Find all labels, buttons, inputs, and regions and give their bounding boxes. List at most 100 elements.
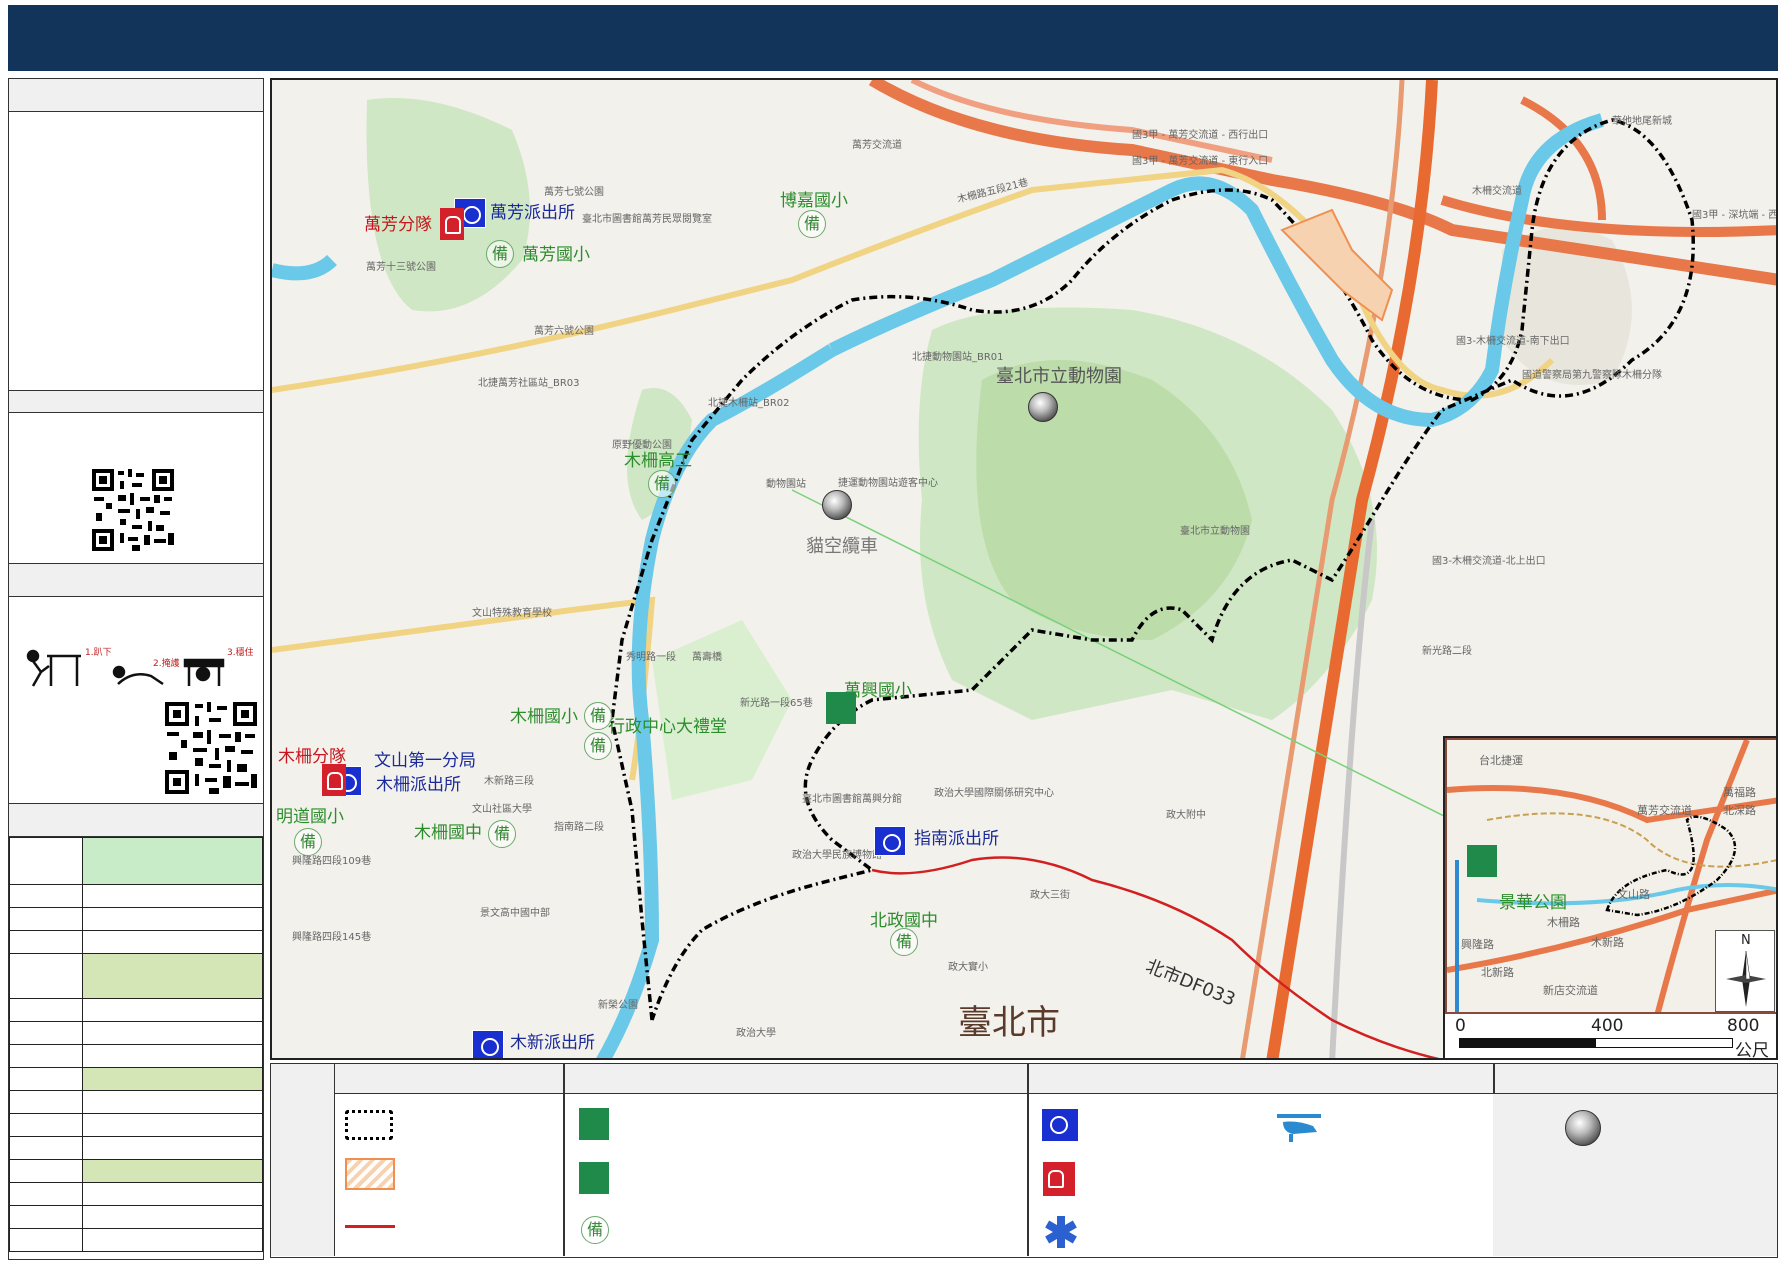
info-panel-header [9, 79, 263, 112]
table-cell [9, 1113, 83, 1137]
table-cell [82, 998, 263, 1022]
legend-title-cell [271, 1064, 335, 1256]
inset-street-label: 木新路 [1591, 936, 1624, 949]
standby-bei-icon[interactable]: 備 [798, 210, 826, 238]
table-cell [9, 930, 83, 954]
table-cell [82, 1090, 263, 1114]
standby-bei-icon[interactable]: 備 [584, 732, 612, 760]
table-cell [9, 1090, 83, 1114]
street-label: 北捷木柵站_BR02 [708, 398, 790, 409]
street-label: 萬芳交流道 [852, 140, 902, 151]
street-label: 政大三街 [1030, 890, 1070, 901]
standby-bei-icon[interactable]: 備 [294, 828, 322, 856]
wanfang-police-label: 萬芳派出所 [490, 203, 575, 223]
inset-street-label: 萬芳交流道 [1637, 804, 1692, 817]
inset-street-label: 文山路 [1617, 888, 1650, 901]
scale-tick-400: 400 [1591, 1016, 1624, 1036]
fire-station-icon[interactable] [322, 764, 346, 796]
street-label: 文山特殊教育學校 [472, 608, 552, 619]
compass-icon [1726, 950, 1766, 1007]
table-cell [9, 1136, 83, 1160]
street-label: 國3甲 - 萬芳交流道 - 東行入口 [1132, 156, 1269, 167]
legend-ems-icon [1045, 1216, 1077, 1248]
table-cell [9, 884, 83, 908]
north-label: N [1741, 933, 1751, 948]
inset-map[interactable]: 景華公園 台北捷運 萬芳交流道 萬福路 北深路 木柵路 文山路 北新路 新店交流… [1443, 736, 1776, 1060]
police-icon[interactable] [874, 826, 906, 856]
street-label: 國3-木柵交流道-南下出口 [1456, 336, 1570, 347]
muxin-police-label: 木新派出所 [510, 1033, 595, 1053]
street-label: 秀明路一段 [626, 652, 676, 663]
fire-station-icon[interactable] [440, 208, 464, 240]
street-label: 萬芳十三號公園 [366, 262, 436, 273]
legend-hatched-symbol [345, 1158, 395, 1190]
table-cell [9, 907, 83, 931]
street-label: 北捷萬芳社區站_BR03 [478, 378, 580, 389]
qr-panel [8, 390, 264, 565]
safety-panel: 1.趴下 2.掩護 3.穩住 [8, 563, 264, 805]
street-label: 捷運動物園站遊客中心 [838, 478, 938, 489]
legend-helicopter-icon [1277, 1114, 1321, 1142]
street-label: 新光路二段 [1422, 646, 1472, 657]
table-cell [9, 953, 83, 999]
street-label: 木柵交流道 [1472, 186, 1522, 197]
table-cell [82, 884, 263, 908]
standby-bei-icon[interactable]: 備 [648, 470, 676, 498]
wenshan-first-label: 文山第一分局 [374, 751, 476, 771]
qr-code-2[interactable] [165, 702, 257, 794]
table-cell [9, 1021, 83, 1045]
svg-text:3.穩住: 3.穩住 [227, 646, 253, 658]
drop-cover-hold-icon: 1.趴下 2.掩護 3.穩住 [26, 646, 253, 687]
table-cell [9, 998, 83, 1022]
police-icon[interactable] [472, 1030, 504, 1058]
table-cell [9, 1205, 83, 1229]
scale-unit: 公尺 [1735, 1041, 1769, 1060]
inset-street-label: 木柵路 [1547, 916, 1580, 929]
muzha-police-label: 木柵派出所 [376, 775, 461, 795]
legend-standby-bei: 備 [581, 1216, 609, 1244]
legend-gondola-ball [1565, 1110, 1601, 1146]
gondola-station-marker[interactable] [822, 490, 852, 520]
standby-bei-icon[interactable]: 備 [488, 820, 516, 848]
table-cell [82, 930, 263, 954]
standby-bei-icon[interactable]: 備 [486, 240, 514, 268]
admin-hall-label: 行政中心大禮堂 [608, 717, 727, 737]
street-label: 北捷動物園站_BR01 [912, 352, 1004, 363]
qr-code-1[interactable] [92, 469, 174, 551]
inset-street-label: 萬福路 [1723, 786, 1756, 799]
street-label: 華他地尾新城 [1612, 116, 1672, 127]
legend-shelter-icon [579, 1108, 609, 1140]
street-label: 萬芳七號公園 [544, 187, 604, 198]
inset-street-label: 北深路 [1723, 804, 1756, 817]
street-label: 原野優動公園 [612, 440, 672, 451]
inset-street-label: 新店交流道 [1543, 984, 1598, 997]
legend-header-row [335, 1064, 1777, 1094]
street-label: 萬芳六號公園 [534, 326, 594, 337]
legend: 備 [270, 1063, 1778, 1258]
street-label: 臺北市圖書館萬興分館 [802, 794, 902, 805]
scale-bar-white [1595, 1038, 1733, 1048]
legend-evacuation-icon [579, 1162, 609, 1194]
table-cell [9, 1044, 83, 1068]
street-label: 萬壽橋 [692, 652, 722, 663]
info-panel [8, 78, 264, 393]
district-label: 臺北市 [958, 1003, 1060, 1043]
wanfang-elem-label: 萬芳國小 [522, 245, 590, 265]
table-cell [82, 1044, 263, 1068]
street-label: 政大附中 [1166, 810, 1206, 821]
table-cell [9, 1067, 83, 1091]
street-label: 國3-木柵交流道-北上出口 [1432, 556, 1546, 567]
table-cell [82, 907, 263, 931]
table-cell [82, 1205, 263, 1229]
standby-bei-icon[interactable]: 備 [584, 702, 612, 730]
legend-fire-icon [1043, 1162, 1075, 1196]
shelter-icon[interactable] [826, 692, 856, 724]
table-cell [82, 1228, 263, 1252]
standby-bei-icon[interactable]: 備 [890, 928, 918, 956]
svg-text:2.掩護: 2.掩護 [153, 657, 180, 669]
main-map[interactable]: 臺北市立動物園 貓空纜車 萬芳國小 博嘉國小 木柵高工 萬興國小 木柵國小 行政… [270, 78, 1778, 1060]
street-label: 臺北市立動物園 [1180, 526, 1250, 537]
table-cell [82, 1113, 263, 1137]
gondola-station-marker[interactable] [1028, 392, 1058, 422]
svg-text:1.趴下: 1.趴下 [85, 647, 112, 658]
